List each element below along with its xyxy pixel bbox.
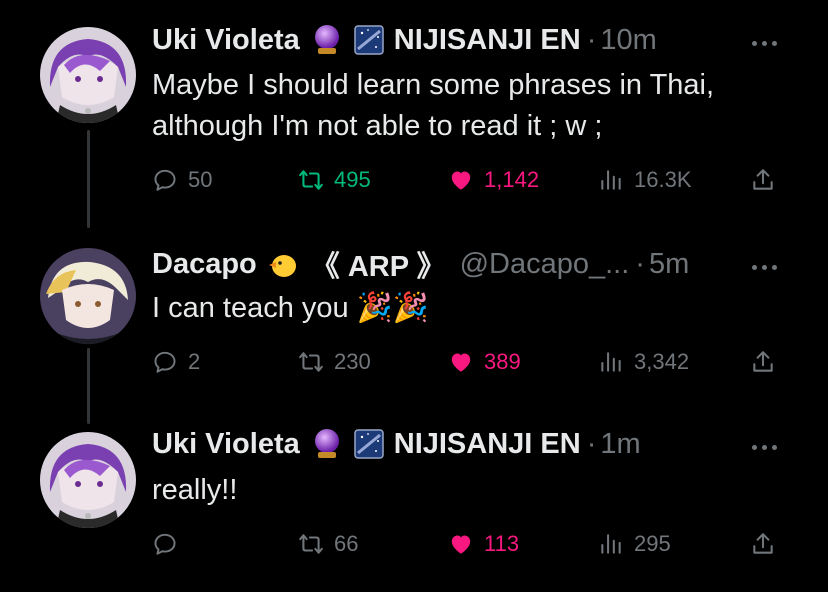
like-button[interactable]: 113 — [448, 527, 519, 561]
retweet-button[interactable]: 66 — [298, 527, 358, 561]
retweet-button[interactable]: 230 — [298, 345, 371, 379]
like-count: 1,142 — [484, 167, 540, 192]
views-count: 16.3K — [634, 167, 692, 192]
night-sky-icon — [354, 429, 384, 459]
timestamp[interactable]: 5m — [649, 248, 689, 281]
reply-icon — [154, 169, 176, 191]
avatar[interactable] — [40, 432, 136, 528]
views-button[interactable]: 3,342 — [598, 345, 689, 379]
retweet-count: 230 — [334, 349, 371, 374]
affiliation-label: NIJISANJI EN — [393, 427, 581, 460]
views-button[interactable]: 295 — [598, 527, 671, 561]
more-options-button[interactable] — [752, 260, 788, 274]
tweet-2[interactable]: Dacapo 《 ARP 》 @Dacapo_... · 5m I can te… — [0, 208, 828, 424]
retweet-icon — [299, 534, 323, 554]
reply-icon — [154, 351, 176, 373]
tweet-text: really!! — [152, 474, 238, 506]
like-button[interactable]: 389 — [448, 345, 521, 379]
share-icon — [753, 533, 773, 554]
reply-count: 2 — [188, 349, 201, 374]
reply-button[interactable] — [152, 527, 188, 561]
views-icon — [601, 170, 621, 190]
tweet-header: Dacapo 《 ARP 》 @Dacapo_... · 5m — [152, 246, 689, 284]
heart-icon — [451, 171, 471, 190]
chick-icon — [267, 247, 301, 281]
heart-icon — [451, 353, 471, 372]
retweet-icon — [299, 170, 323, 190]
tweet-header: Uki Violeta NIJISANJI EN · 1m — [152, 426, 641, 462]
tweet-1[interactable]: Uki Violeta NIJISANJI EN · 10m Maybe I s… — [0, 0, 828, 228]
reply-button[interactable]: 2 — [152, 345, 200, 379]
display-name[interactable]: Uki Violeta — [152, 24, 300, 57]
reply-count: 50 — [188, 167, 213, 192]
like-count: 389 — [484, 349, 521, 374]
like-button[interactable]: 1,142 — [448, 163, 539, 197]
views-count: 3,342 — [634, 349, 690, 374]
avatar[interactable] — [40, 248, 136, 344]
more-options-button[interactable] — [752, 440, 788, 454]
tweet-header: Uki Violeta NIJISANJI EN · 10m — [152, 22, 657, 58]
views-icon — [601, 352, 621, 372]
heart-icon — [451, 535, 471, 554]
share-button[interactable] — [750, 527, 776, 561]
display-name[interactable]: Uki Violeta — [152, 428, 300, 461]
share-icon — [753, 351, 773, 372]
like-count: 113 — [484, 531, 520, 556]
handle[interactable]: @Dacapo_... — [460, 248, 630, 281]
more-options-button[interactable] — [752, 36, 788, 50]
tweet-3[interactable]: Uki Violeta NIJISANJI EN · 1m really!! 6… — [0, 404, 828, 592]
tweet-text: I can teach you 🎉🎉 — [152, 292, 429, 324]
crystal-ball-icon — [310, 427, 344, 461]
reply-icon — [154, 533, 176, 555]
share-icon — [753, 169, 773, 190]
tweet-actions: 66 113 295 — [152, 527, 792, 561]
timestamp[interactable]: 1m — [600, 428, 640, 461]
views-button[interactable]: 16.3K — [598, 163, 692, 197]
separator-dot: · — [586, 23, 597, 56]
views-count: 295 — [634, 531, 671, 556]
share-button[interactable] — [750, 345, 776, 379]
separator-dot: · — [635, 247, 645, 280]
avatar[interactable] — [40, 27, 136, 123]
affiliation-label: NIJISANJI EN — [393, 23, 581, 56]
affiliation-label: 《 ARP 》 — [310, 251, 446, 283]
retweet-count: 495 — [334, 167, 371, 192]
display-name[interactable]: Dacapo — [152, 248, 257, 281]
tweet-actions: 2 230 389 3,342 — [152, 345, 792, 379]
tweet-text: Maybe I should learn some phrases in Tha… — [152, 69, 715, 142]
retweet-count: 66 — [334, 531, 359, 556]
tweet-actions: 50 495 1,142 16.3K — [152, 163, 792, 197]
share-button[interactable] — [750, 163, 776, 197]
retweet-icon — [299, 352, 323, 372]
views-icon — [601, 534, 621, 554]
night-sky-icon — [354, 25, 384, 55]
separator-dot: · — [586, 427, 597, 460]
reply-button[interactable]: 50 — [152, 163, 212, 197]
retweet-button[interactable]: 495 — [298, 163, 371, 197]
timestamp[interactable]: 10m — [600, 24, 656, 57]
crystal-ball-icon — [310, 23, 344, 57]
